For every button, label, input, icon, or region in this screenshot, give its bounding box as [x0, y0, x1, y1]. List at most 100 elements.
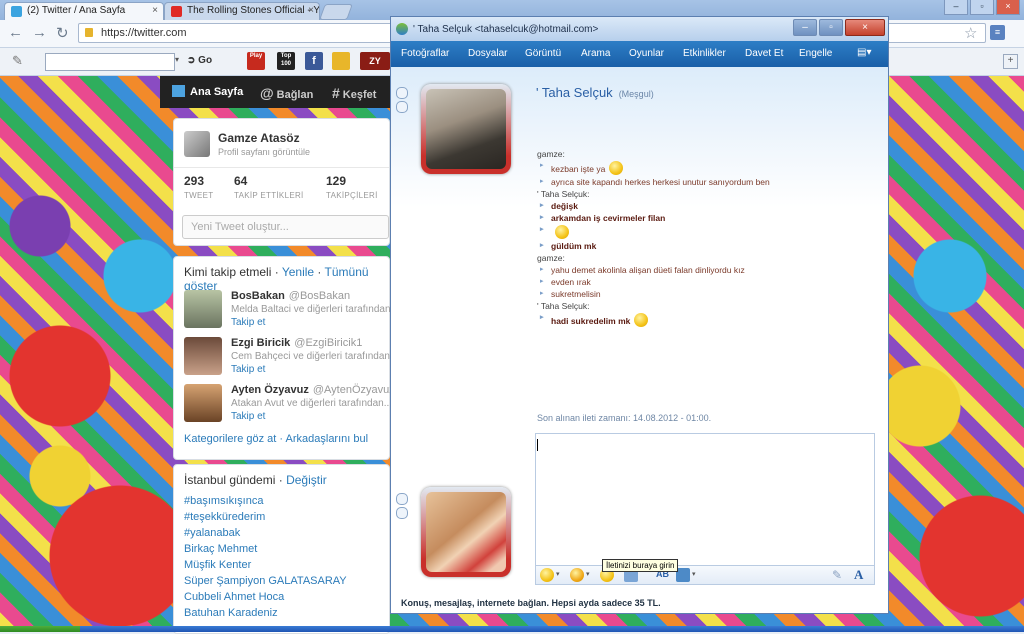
suggested-user: Ezgi Biricik @EzgiBiricik1 Cem Bahçeci ve… — [184, 337, 391, 379]
compose-tweet-input[interactable]: Yeni Tweet oluştur... — [182, 215, 389, 239]
stat-tweets[interactable]: 293 TWEET — [184, 174, 214, 200]
close-icon[interactable]: × — [845, 19, 885, 36]
follow-link[interactable]: Takip et — [231, 317, 265, 328]
chevron-down-icon[interactable]: ▾ — [556, 570, 560, 578]
follow-link[interactable]: Takip et — [231, 364, 265, 375]
message-input[interactable] — [535, 433, 875, 581]
wink-icon[interactable] — [570, 568, 584, 582]
trends-title: İstanbul gündemi · Değiştir — [184, 473, 327, 487]
my-display-picture[interactable] — [421, 487, 511, 577]
reload-icon[interactable]: ↻ — [56, 24, 69, 42]
avatar[interactable] — [184, 131, 210, 157]
minimize-icon[interactable]: – — [793, 19, 817, 36]
user-name[interactable]: Ayten Özyavuz @AytenÖzyavuz — [231, 384, 395, 396]
wrench-icon[interactable]: ≡ — [990, 25, 1005, 40]
messenger-icon — [396, 23, 408, 35]
message-line — [537, 225, 877, 241]
go-button[interactable]: ➲ Go — [187, 55, 212, 66]
new-tab-button[interactable] — [319, 4, 353, 20]
top100-icon[interactable]: Top 100 — [277, 52, 295, 70]
menu-activities[interactable]: Etkinlikler — [683, 48, 726, 59]
last-message-time: Son alınan ileti zamanı: 14.08.2012 - 01… — [537, 413, 712, 423]
address-text: https://twitter.com — [101, 27, 187, 39]
browse-categories-link[interactable]: Kategorilere göz at — [184, 433, 276, 445]
user-name[interactable]: BosBakan @BosBakan — [231, 290, 350, 302]
messenger-titlebar[interactable]: ' Taha Selçuk <tahaselcuk@hotmail.com> –… — [391, 17, 888, 41]
suggested-user: Ayten Özyavuz @AytenÖzyavuz Atakan Avut v… — [184, 384, 395, 426]
chevron-down-icon[interactable]: ▾ — [586, 570, 590, 578]
menu-invite[interactable]: Davet Et — [745, 48, 783, 59]
profile-name[interactable]: Gamze Atasöz — [218, 131, 300, 145]
avatar[interactable] — [184, 337, 222, 375]
start-button[interactable] — [0, 626, 80, 632]
webcam-icon[interactable] — [396, 101, 408, 113]
close-tab-icon[interactable]: × — [152, 5, 158, 16]
menu-block[interactable]: Engelle — [799, 48, 832, 59]
options-menu-icon[interactable]: ▤▾ — [857, 47, 871, 58]
menu-video[interactable]: Görüntü — [525, 48, 561, 59]
back-icon[interactable]: ← — [8, 24, 23, 41]
handwriting-icon[interactable]: ✎ — [832, 568, 842, 582]
trend-item[interactable]: Müşfik Kenter — [184, 559, 251, 571]
sender-label: ' Taha Selçuk: — [537, 189, 590, 199]
twitter-topbar: Ana Sayfa @ Bağlan # Keşfet — [160, 76, 390, 108]
trend-item[interactable]: Cubbeli Ahmet Hoca — [184, 591, 284, 603]
toolbar-search-input[interactable] — [45, 53, 175, 71]
follow-link[interactable]: Takip et — [231, 411, 265, 422]
nav-connect[interactable]: @ Bağlan — [260, 85, 313, 101]
chevron-down-icon[interactable]: ▾ — [692, 570, 696, 578]
stat-following[interactable]: 64 TAKİP ETTİKLERİ — [234, 174, 304, 200]
tab-twitter[interactable]: (2) Twitter / Ana Sayfa × — [4, 2, 164, 20]
at-icon: @ — [260, 85, 274, 101]
facebook-icon[interactable]: f — [305, 52, 323, 70]
bookmark-star-icon[interactable]: ☆ — [964, 24, 977, 42]
tab-rolling-stones[interactable]: The Rolling Stones Official - Yo × — [164, 2, 320, 20]
trend-item[interactable]: Batuhan Karadeniz — [184, 607, 278, 619]
chevron-down-icon[interactable]: ▾ — [175, 55, 179, 64]
add-bookmark-icon[interactable]: + — [1003, 54, 1018, 69]
nav-discover[interactable]: # Keşfet — [332, 85, 376, 101]
play-icon[interactable]: Play — [247, 52, 265, 70]
contact-display-picture[interactable] — [421, 84, 511, 174]
maximize-icon[interactable]: ▫ — [819, 19, 843, 36]
toolbar-logo-icon[interactable]: ✎ — [12, 53, 23, 69]
twitter-icon — [11, 6, 22, 17]
menu-games[interactable]: Oyunlar — [629, 48, 664, 59]
avatar[interactable] — [184, 384, 222, 422]
nav-home[interactable]: Ana Sayfa — [172, 85, 243, 98]
smiley-bookmark-icon[interactable] — [332, 52, 350, 70]
close-tab-icon[interactable]: × — [308, 5, 314, 16]
emoticon-icon[interactable] — [540, 568, 554, 582]
font-icon[interactable]: A — [854, 567, 863, 583]
menu-photos[interactable]: Fotoğraflar — [401, 48, 449, 59]
profile-subtitle[interactable]: Profil sayfanı görüntüle — [218, 147, 310, 157]
conversation-history: gamze: kezban işte ya ayrıca site kapand… — [537, 149, 877, 329]
trend-item[interactable]: #yalanabak — [184, 527, 240, 539]
forward-icon[interactable]: → — [32, 24, 47, 41]
change-trends-link[interactable]: Değiştir — [286, 473, 327, 487]
find-friends-link[interactable]: Arkadaşlarını bul — [286, 433, 369, 445]
expand-icon[interactable] — [396, 493, 408, 505]
trend-item[interactable]: Birkaç Mehmet — [184, 543, 257, 555]
webcam-icon[interactable] — [396, 507, 408, 519]
message-line: ayrıca site kapandı herkes herkesi unutu… — [537, 177, 877, 189]
menu-files[interactable]: Dosyalar — [468, 48, 507, 59]
refresh-link[interactable]: Yenile — [282, 265, 314, 279]
footer-ad[interactable]: Konuş, mesajlaş, internete bağlan. Hepsi… — [401, 598, 661, 608]
minimize-icon[interactable]: – — [944, 0, 968, 15]
trend-item[interactable]: Süper Şampiyon GALATASARAY — [184, 575, 347, 587]
user-name[interactable]: Ezgi Biricik @EzgiBiricik1 — [231, 337, 362, 349]
avatar[interactable] — [184, 290, 222, 328]
sender-label: gamze: — [537, 149, 565, 159]
menu-call[interactable]: Arama — [581, 48, 610, 59]
zynga-icon[interactable]: ZY — [360, 52, 390, 70]
trend-item[interactable]: #başımsıkışınca — [184, 495, 263, 507]
my-photo — [426, 492, 506, 572]
smiley-icon — [609, 161, 624, 175]
stat-followers[interactable]: 129 TAKİPÇİLERİ — [326, 174, 378, 200]
close-window-icon[interactable]: × — [996, 0, 1020, 15]
maximize-icon[interactable]: ▫ — [970, 0, 994, 15]
user-description: Atakan Avut ve diğerleri tarafından... — [231, 398, 391, 409]
expand-icon[interactable] — [396, 87, 408, 99]
trend-item[interactable]: #teşekkürederim — [184, 511, 265, 523]
